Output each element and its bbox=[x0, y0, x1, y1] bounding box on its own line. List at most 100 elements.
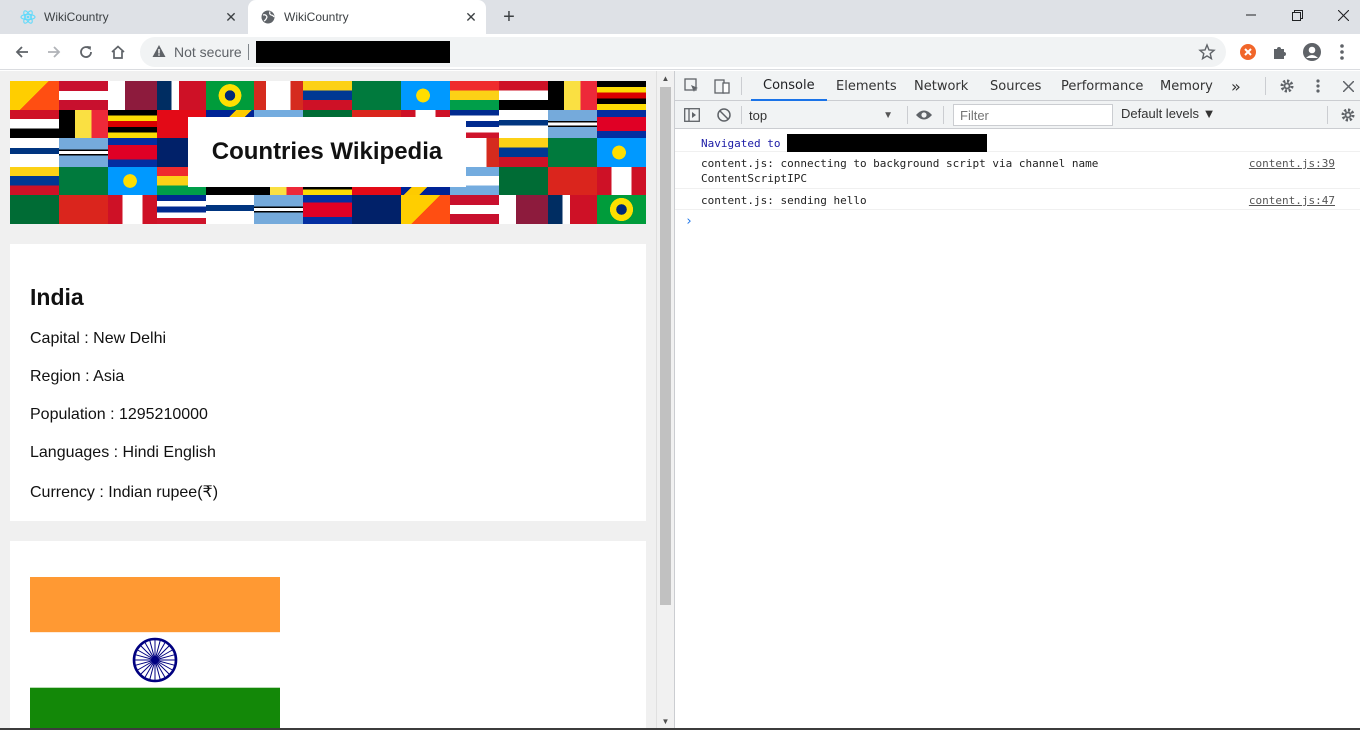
console-source-link[interactable]: content.js:47 bbox=[1249, 193, 1335, 208]
divider bbox=[1327, 106, 1328, 124]
security-label[interactable]: Not secure bbox=[174, 44, 242, 60]
settings-gear-icon[interactable] bbox=[1278, 77, 1296, 95]
flag-tile bbox=[10, 109, 59, 139]
profile-avatar-icon[interactable] bbox=[1302, 42, 1322, 62]
flag-tile bbox=[10, 81, 59, 110]
devtools-tab-console[interactable]: Console bbox=[751, 71, 827, 101]
flag-tile bbox=[254, 195, 304, 224]
page-scrollbar[interactable]: ▲ ▼ bbox=[656, 71, 674, 730]
flag-tile bbox=[596, 195, 646, 224]
minimize-icon[interactable] bbox=[1228, 0, 1274, 30]
flag-tile bbox=[547, 109, 597, 139]
navigated-url-redacted[interactable] bbox=[787, 134, 988, 152]
devtools-tab-memory[interactable]: Memory bbox=[1160, 71, 1213, 101]
flags-banner: Countries Wikipedia bbox=[10, 81, 646, 224]
capital-row: Capital : New Delhi bbox=[30, 330, 167, 347]
navigated-text: Navigated to bbox=[701, 137, 781, 150]
console-source-link[interactable]: content.js:39 bbox=[1249, 156, 1335, 171]
console-message: content.js: sending hello content.js:47 bbox=[675, 189, 1360, 210]
flag-tile bbox=[107, 138, 157, 167]
flag-tile bbox=[10, 166, 59, 196]
flag-tile bbox=[205, 81, 255, 110]
flag-tile bbox=[58, 195, 108, 224]
device-toolbar-icon[interactable] bbox=[713, 77, 731, 95]
console-message: content.js: connecting to background scr… bbox=[675, 152, 1360, 189]
flag-tile bbox=[107, 109, 157, 139]
scrollbar-thumb[interactable] bbox=[660, 87, 671, 605]
devtools-tab-elements[interactable]: Elements bbox=[836, 71, 897, 101]
console-output: Navigated to content.js: connecting to b… bbox=[675, 130, 1360, 730]
flag-tile bbox=[58, 81, 108, 110]
flag-tile bbox=[10, 195, 59, 224]
flag-tile bbox=[547, 81, 597, 110]
forward-icon[interactable] bbox=[40, 38, 68, 66]
currency-row: Currency : Indian rupee(₹) bbox=[30, 484, 219, 501]
tab-strip: WikiCountry ✕ WikiCountry ✕ + bbox=[0, 0, 1360, 34]
browser-tab-2[interactable]: WikiCountry ✕ bbox=[248, 0, 486, 34]
flag-tile bbox=[156, 195, 206, 224]
divider bbox=[248, 44, 249, 60]
menu-kebab-icon[interactable] bbox=[1332, 42, 1352, 62]
flag-tile bbox=[596, 81, 646, 110]
console-message-text: content.js: connecting to background scr… bbox=[701, 157, 1099, 185]
dropdown-caret-icon: ▼ bbox=[883, 109, 893, 121]
new-tab-button[interactable]: + bbox=[498, 6, 520, 28]
tab-title: WikiCountry bbox=[44, 10, 109, 24]
console-message: Navigated to bbox=[675, 130, 1360, 152]
console-prompt-icon[interactable]: › bbox=[685, 214, 693, 229]
console-settings-gear-icon[interactable] bbox=[1339, 106, 1357, 124]
back-icon[interactable] bbox=[8, 38, 36, 66]
devtools-menu-icon[interactable] bbox=[1309, 77, 1327, 95]
devtools-tab-sources[interactable]: Sources bbox=[990, 71, 1041, 101]
console-filter-input[interactable] bbox=[953, 104, 1113, 126]
bookmark-star-icon[interactable] bbox=[1198, 43, 1216, 61]
divider bbox=[1265, 77, 1266, 95]
live-expression-eye-icon[interactable] bbox=[915, 106, 933, 124]
flag-tile bbox=[156, 81, 206, 110]
close-tab-icon[interactable]: ✕ bbox=[222, 8, 240, 26]
flag-tile bbox=[401, 81, 451, 110]
react-icon bbox=[20, 9, 36, 25]
tab-title: WikiCountry bbox=[284, 10, 349, 24]
scroll-down-arrow-icon[interactable]: ▼ bbox=[657, 714, 674, 728]
flag-tile bbox=[450, 195, 499, 224]
devtools-tab-performance[interactable]: Performance bbox=[1061, 71, 1143, 101]
flag-tile bbox=[107, 195, 157, 224]
url-redacted[interactable] bbox=[256, 41, 450, 63]
context-selector[interactable]: top ▼ bbox=[749, 105, 899, 125]
devtools-tab-bar: Console Elements Network Sources Perform… bbox=[675, 71, 1360, 101]
flag-tile bbox=[58, 138, 108, 167]
extensions-puzzle-icon[interactable] bbox=[1270, 42, 1290, 62]
scroll-up-arrow-icon[interactable]: ▲ bbox=[657, 71, 674, 85]
more-tabs-icon[interactable]: » bbox=[1231, 71, 1241, 101]
devtools-tab-network[interactable]: Network bbox=[914, 71, 968, 101]
clear-console-icon[interactable] bbox=[715, 106, 733, 124]
address-bar[interactable]: Not secure bbox=[140, 37, 1226, 67]
flag-tile bbox=[498, 195, 548, 224]
context-label: top bbox=[749, 107, 768, 123]
close-tab-icon[interactable]: ✕ bbox=[462, 8, 480, 26]
flag-tile bbox=[10, 138, 59, 167]
close-window-icon[interactable] bbox=[1320, 0, 1360, 30]
flag-tile bbox=[547, 166, 597, 196]
restore-icon[interactable] bbox=[1274, 0, 1320, 30]
country-info-card: India Capital : New Delhi Region : Asia … bbox=[10, 244, 646, 521]
close-devtools-icon[interactable] bbox=[1339, 77, 1357, 95]
inspect-element-icon[interactable] bbox=[683, 77, 701, 95]
india-flag-image bbox=[30, 577, 280, 730]
devtools-panel: Console Elements Network Sources Perform… bbox=[674, 71, 1360, 730]
log-levels-dropdown[interactable]: Default levels ▼ bbox=[1121, 106, 1216, 121]
warning-icon[interactable] bbox=[152, 44, 166, 58]
reload-icon[interactable] bbox=[72, 38, 100, 66]
browser-toolbar: Not secure bbox=[0, 34, 1360, 70]
flag-tile bbox=[107, 166, 157, 196]
country-flag-card bbox=[10, 541, 646, 730]
flag-tile bbox=[401, 195, 451, 224]
sidebar-toggle-icon[interactable] bbox=[683, 106, 701, 124]
extension-orange-icon[interactable] bbox=[1238, 42, 1258, 62]
flag-tile bbox=[498, 138, 548, 167]
browser-tab-1[interactable]: WikiCountry ✕ bbox=[8, 0, 246, 34]
home-icon[interactable] bbox=[104, 38, 132, 66]
flag-tile bbox=[596, 109, 646, 139]
page-viewport: Countries Wikipedia India Capital : New … bbox=[0, 71, 656, 730]
